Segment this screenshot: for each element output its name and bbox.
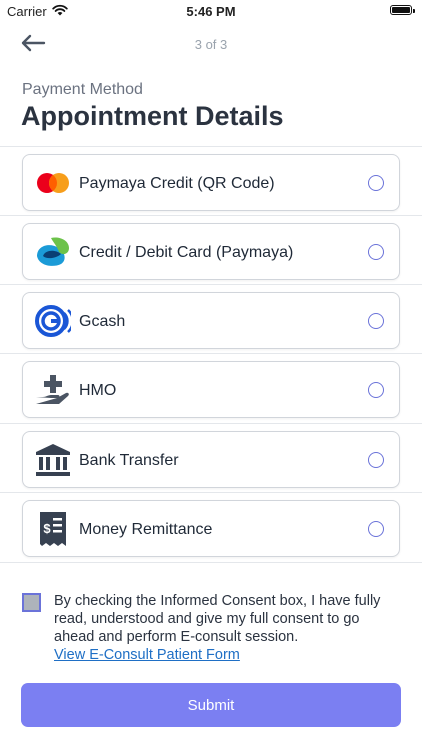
divider [0, 284, 422, 285]
payment-option-paymaya-credit[interactable]: Paymaya Credit (QR Code) [22, 154, 400, 211]
payment-option-label: Gcash [79, 313, 126, 330]
radio-button[interactable] [368, 452, 384, 468]
mastercard-icon [35, 165, 71, 201]
payment-option-label: Bank Transfer [79, 452, 179, 469]
section-subtitle: Payment Method [22, 81, 143, 98]
radio-button[interactable] [368, 175, 384, 191]
svg-text:$: $ [43, 521, 51, 536]
payment-method-list: Paymaya Credit (QR Code) Credit / Debit … [0, 146, 422, 563]
payment-option-label: HMO [79, 382, 117, 399]
consent-checkbox[interactable] [22, 593, 41, 612]
payment-option-hmo[interactable]: HMO [22, 361, 400, 418]
payment-option-paymaya-card[interactable]: Credit / Debit Card (Paymaya) [22, 223, 400, 280]
paymaya-icon [35, 234, 71, 270]
consent-text: By checking the Informed Consent box, I … [54, 593, 381, 645]
gcash-icon [35, 303, 71, 339]
divider [0, 492, 422, 493]
patient-form-link[interactable]: View E-Consult Patient Form [54, 647, 240, 663]
status-bar: Carrier 5:46 PM [0, 0, 422, 24]
payment-option-bank-transfer[interactable]: Bank Transfer [22, 431, 400, 488]
payment-option-money-remittance[interactable]: $ Money Remittance [22, 500, 400, 557]
divider [0, 423, 422, 424]
radio-button[interactable] [368, 313, 384, 329]
divider [0, 353, 422, 354]
radio-button[interactable] [368, 382, 384, 398]
payment-option-label: Paymaya Credit (QR Code) [79, 175, 275, 192]
radio-button[interactable] [368, 521, 384, 537]
consent-text-block: By checking the Informed Consent box, I … [54, 592, 394, 664]
payment-option-label: Credit / Debit Card (Paymaya) [79, 244, 294, 261]
submit-button[interactable]: Submit [21, 683, 401, 727]
bank-icon [35, 442, 71, 478]
receipt-dollar-icon: $ [35, 511, 71, 547]
hmo-hand-cross-icon [35, 372, 71, 408]
radio-button[interactable] [368, 244, 384, 260]
page-title: Appointment Details [21, 101, 284, 131]
payment-option-gcash[interactable]: Gcash [22, 292, 400, 349]
divider [0, 215, 422, 216]
battery-icon [390, 5, 415, 15]
step-indicator: 3 of 3 [194, 37, 228, 52]
payment-option-label: Money Remittance [79, 521, 213, 538]
status-time: 5:46 PM [186, 4, 236, 19]
